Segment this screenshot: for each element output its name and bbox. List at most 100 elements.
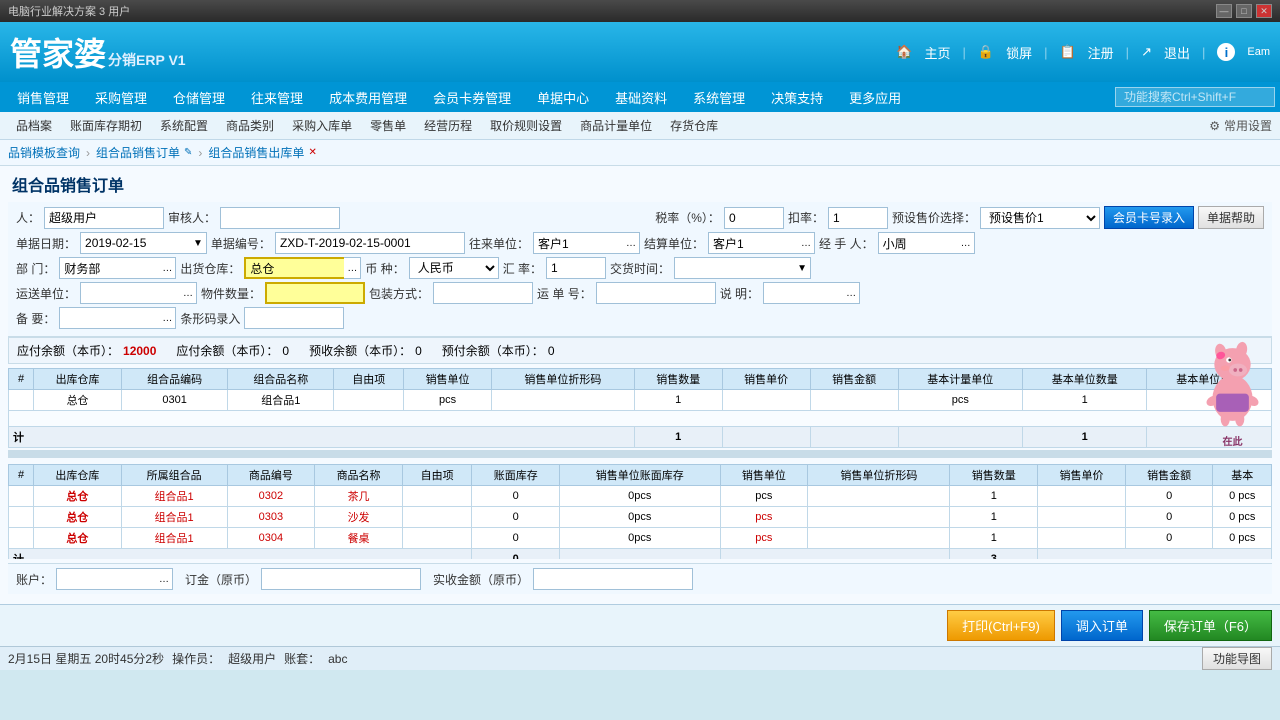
toolbar-settings[interactable]: ⚙ 常用设置 — [1209, 117, 1272, 134]
warehouse-picker[interactable]: … — [344, 257, 361, 279]
delivery-unit-picker[interactable]: … — [180, 282, 197, 304]
toolbar-item-init[interactable]: 账面库存期初 — [62, 115, 150, 136]
exchange-input[interactable] — [546, 257, 606, 279]
remark-input[interactable] — [763, 282, 843, 304]
toolbar-item-retail[interactable]: 零售单 — [362, 115, 414, 136]
sub-table-row[interactable]: 总仓 组合品1 0304 餐桌 0 0pcs pcs 1 0 0 pcs — [9, 528, 1272, 549]
register-icon: 📋 — [1059, 44, 1075, 60]
reviewer-input[interactable] — [220, 207, 340, 229]
nav-voucher[interactable]: 单据中心 — [525, 84, 601, 111]
toolbar-item-unit[interactable]: 商品计量单位 — [572, 115, 660, 136]
delivery-time-input[interactable] — [674, 257, 794, 279]
nav-sales[interactable]: 销售管理 — [5, 84, 81, 111]
cell-warehouse: 总仓 — [34, 390, 122, 411]
tax-input[interactable] — [724, 207, 784, 229]
nav-purchase[interactable]: 采购管理 — [83, 84, 159, 111]
number-input[interactable] — [275, 232, 465, 254]
to-unit-input[interactable] — [533, 232, 623, 254]
toolbar-item-history[interactable]: 经营历程 — [416, 115, 480, 136]
nav-decision[interactable]: 决策支持 — [759, 84, 835, 111]
date-input[interactable] — [80, 232, 190, 254]
handler-input[interactable] — [878, 232, 958, 254]
account-picker[interactable]: … — [156, 568, 173, 590]
note-input[interactable] — [59, 307, 159, 329]
nav-cost[interactable]: 成本费用管理 — [317, 84, 419, 111]
cell-free — [334, 390, 404, 411]
currency-select[interactable]: 人民币 — [409, 257, 499, 279]
toolbar-item-category[interactable]: 商品类别 — [218, 115, 282, 136]
breadcrumb-sale-out[interactable]: 组合品销售出库单 ✕ — [208, 144, 316, 161]
breadcrumb-template[interactable]: 品销模板查询 — [8, 144, 80, 161]
lock-button[interactable]: 锁屏 — [1006, 43, 1032, 62]
maximize-button[interactable]: □ — [1236, 4, 1252, 18]
close-icon[interactable]: ✕ — [308, 147, 316, 158]
nav-system[interactable]: 系统管理 — [681, 84, 757, 111]
toolbar-item-price-rule[interactable]: 取价规则设置 — [482, 115, 570, 136]
breadcrumb-sale-order[interactable]: 组合品销售订单 ✎ — [96, 144, 192, 161]
delivery-time-picker[interactable]: ▼ — [794, 257, 811, 279]
cell-no — [9, 390, 34, 411]
minimize-button[interactable]: — — [1216, 4, 1232, 18]
actual-input[interactable] — [533, 568, 693, 590]
nav-basic[interactable]: 基础资料 — [603, 84, 679, 111]
help-button[interactable]: 单据帮助 — [1198, 206, 1264, 229]
toolbar-item-inventory[interactable]: 存货仓库 — [662, 115, 726, 136]
toolbar-item-purchase[interactable]: 采购入库单 — [284, 115, 360, 136]
receivable-amount: 应付余额（本币）： 0 — [176, 342, 289, 359]
sub-table-container: # 出库仓库 所属组合品 商品编号 商品名称 自由项 账面库存 销售单位账面库存… — [8, 464, 1272, 559]
price-select-label: 预设售价选择： — [892, 209, 976, 226]
barcode-input[interactable] — [244, 307, 344, 329]
settlement-input[interactable] — [708, 232, 798, 254]
remark-picker[interactable]: … — [843, 282, 860, 304]
warehouse-input[interactable] — [244, 257, 344, 279]
header-nav: 🏠 主页 | 🔒 锁屏 | 📋 注册 | ↗ 退出 | i Eam — [896, 43, 1270, 62]
sub-table-row[interactable]: 总仓 组合品1 0303 沙发 0 0pcs pcs 1 0 0 pcs — [9, 507, 1272, 528]
currency-label: 币 种： — [365, 260, 404, 277]
sub-table-row[interactable]: 总仓 组合品1 0302 茶几 0 0pcs pcs 1 0 0 pcs — [9, 486, 1272, 507]
order-input[interactable] — [261, 568, 421, 590]
import-order-button[interactable]: 调入订单 — [1061, 610, 1143, 641]
discount-input[interactable] — [828, 207, 888, 229]
delivery-unit-input[interactable] — [80, 282, 180, 304]
print-button[interactable]: 打印(Ctrl+F9) — [947, 610, 1055, 641]
date-picker-button[interactable]: ▼ — [190, 232, 207, 254]
register-button[interactable]: 注册 — [1088, 43, 1114, 62]
item-count-input[interactable] — [265, 282, 365, 304]
account-input[interactable] — [56, 568, 156, 590]
pack-input[interactable] — [433, 282, 533, 304]
close-button[interactable]: ✕ — [1256, 4, 1272, 18]
nav-warehouse[interactable]: 仓储管理 — [161, 84, 237, 111]
main-table-scrollbar[interactable] — [8, 450, 1272, 458]
warehouse-label: 出货仓库： — [180, 260, 240, 277]
handler-picker[interactable]: … — [958, 232, 975, 254]
sub-col-unit: 销售单位 — [720, 465, 808, 486]
nav-member[interactable]: 会员卡券管理 — [421, 84, 523, 111]
toolbar-item-archive[interactable]: 品档案 — [8, 115, 60, 136]
person-input[interactable] — [44, 207, 164, 229]
function-map-button[interactable]: 功能导图 — [1202, 647, 1272, 670]
exit-button[interactable]: 退出 — [1164, 43, 1190, 62]
save-order-button[interactable]: 保存订单（F6） — [1149, 610, 1272, 641]
logo-main: 管家婆 — [10, 29, 106, 75]
member-card-button[interactable]: 会员卡号录入 — [1104, 206, 1194, 229]
status-operator-label: 操作员： — [172, 650, 220, 667]
col-price: 销售单价 — [722, 369, 810, 390]
cell-amount — [810, 390, 898, 411]
home-button[interactable]: 主页 — [924, 43, 950, 62]
ship-input[interactable] — [596, 282, 716, 304]
nav-search-input[interactable] — [1115, 87, 1275, 107]
settlement-picker[interactable]: … — [798, 232, 815, 254]
col-base-unit: 基本计量单位 — [898, 369, 1022, 390]
table-row[interactable]: 总仓 0301 组合品1 pcs 1 pcs 1 — [9, 390, 1272, 411]
nav-transactions[interactable]: 往来管理 — [239, 84, 315, 111]
cell-combo-code: 0301 — [122, 390, 228, 411]
note-label: 备 要： — [16, 310, 55, 327]
dept-picker[interactable]: … — [159, 257, 176, 279]
to-unit-picker[interactable]: … — [623, 232, 640, 254]
note-picker[interactable]: … — [159, 307, 176, 329]
nav-more[interactable]: 更多应用 — [837, 84, 913, 111]
dept-input[interactable] — [59, 257, 159, 279]
toolbar-item-config[interactable]: 系统配置 — [152, 115, 216, 136]
price-select[interactable]: 预设售价1 — [980, 207, 1100, 229]
info-icon[interactable]: i — [1217, 43, 1235, 61]
